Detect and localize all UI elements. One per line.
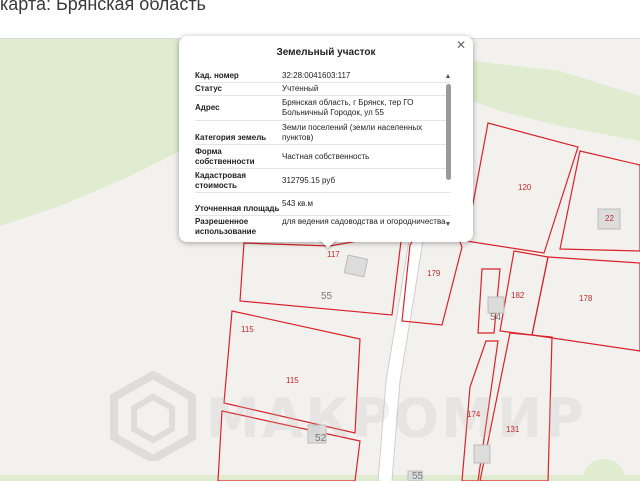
watermark-text: МАКРОМИР — [206, 387, 586, 450]
house-footprint-54 — [487, 296, 505, 314]
house-number-bottom: 55 — [412, 471, 424, 482]
house-number-54: 54 — [490, 312, 502, 323]
info-label: Кад. номер — [195, 71, 239, 80]
info-value: Учтенный — [282, 84, 319, 93]
info-row-status: Статус Учтенный — [195, 83, 451, 96]
info-value: 32:28:0041603:117 — [282, 70, 351, 80]
scroll-thumb[interactable] — [446, 84, 451, 180]
green-area-top-right — [473, 61, 640, 141]
parcel-label-117[interactable]: 117 — [327, 250, 340, 259]
house-footprint-55 — [343, 254, 369, 278]
parcel-label-120[interactable]: 120 — [518, 183, 531, 192]
info-value: 312795.15 руб — [282, 175, 336, 185]
popup-scrollbar[interactable]: ▲ ▼ — [443, 72, 453, 230]
info-value: Брянская область, г Брянск, тер ГО Больн… — [282, 98, 414, 117]
close-icon[interactable]: ✕ — [454, 38, 468, 52]
parcel-label-115a[interactable]: 115 — [241, 325, 254, 334]
green-area-left — [0, 39, 180, 226]
house-number-55: 55 — [321, 291, 333, 302]
info-row-address: Адрес Брянская область, г Брянск, тер ГО… — [195, 96, 451, 121]
green-area-bottom-strip — [0, 475, 640, 481]
house-number-52: 52 — [315, 433, 327, 444]
parcel-label-179[interactable]: 179 — [427, 269, 440, 278]
green-round-tree — [582, 459, 626, 481]
parcel-label-131[interactable]: 131 — [506, 425, 519, 434]
info-row-area: Уточненная площадь 543 кв.м — [195, 193, 451, 216]
info-row-ownership: Форма собственности Частная собственност… — [195, 145, 451, 169]
popup-scroll-area[interactable]: Кад. номер 32:28:0041603:117 Статус Учте… — [195, 69, 451, 234]
info-value: для ведения садоводства и огородничества — [282, 217, 446, 226]
info-row-cadastral-value: Кадастровая стоимость 312795.15 руб — [195, 169, 451, 193]
info-row-cadastral-number: Кад. номер 32:28:0041603:117 — [195, 69, 451, 83]
page-title: карта: Брянская область — [0, 0, 206, 14]
parcel-label-182[interactable]: 182 — [511, 291, 524, 300]
info-label: Уточненная площадь — [195, 204, 280, 213]
parcel-label-22[interactable]: 22 — [605, 214, 614, 223]
scroll-up-arrow-icon[interactable]: ▲ — [443, 72, 453, 82]
info-label: Категория земель — [195, 133, 267, 142]
info-value: 543 кв.м — [282, 199, 314, 208]
info-label: Адрес — [195, 103, 220, 112]
popup-title: Земельный участок — [276, 47, 376, 58]
info-label: Статус — [195, 84, 222, 93]
info-label: Форма собственности — [195, 147, 255, 166]
parcel-label-174[interactable]: 174 — [467, 410, 480, 419]
parcel-label-178[interactable]: 178 — [579, 294, 592, 303]
parcel-info-popup[interactable]: Земельный участок ✕ Кад. номер 32:28:004… — [179, 36, 473, 242]
parcel-label-115b[interactable]: 115 — [286, 376, 299, 385]
watermark-logo-icon — [110, 371, 196, 461]
popup-pointer — [318, 238, 338, 248]
info-value: Земли поселений (земли населенных пункто… — [282, 122, 423, 142]
info-value: Частная собственность — [282, 151, 370, 161]
scroll-down-arrow-icon[interactable]: ▼ — [443, 220, 453, 230]
info-label: Кадастровая стоимость — [195, 171, 247, 190]
info-row-permitted-use: Разрешенное использование для ведения са… — [195, 216, 451, 234]
info-row-land-category: Категория земель Земли поселений (земли … — [195, 121, 451, 145]
info-label: Разрешенное использование — [195, 217, 257, 234]
